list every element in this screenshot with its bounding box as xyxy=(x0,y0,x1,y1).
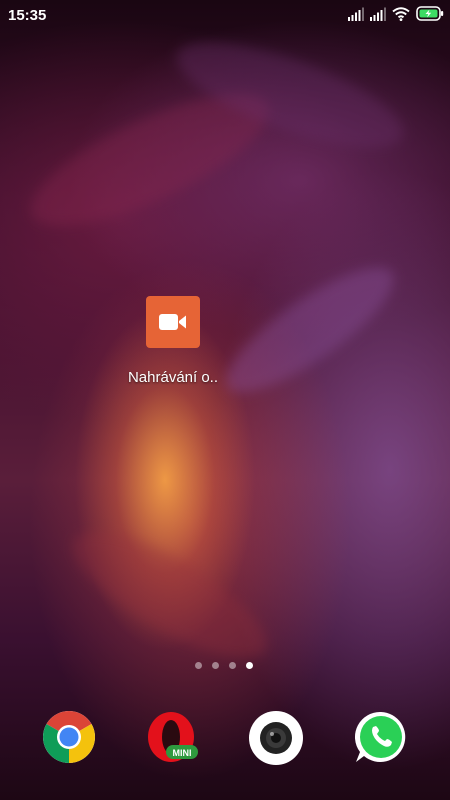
page-dot[interactable] xyxy=(229,662,236,669)
app-label[interactable]: Nahrávání o.. xyxy=(110,369,236,386)
signal-2-icon xyxy=(370,7,386,21)
camera-app[interactable] xyxy=(248,710,303,765)
whatsapp-app[interactable] xyxy=(354,710,408,764)
status-icons xyxy=(348,6,444,21)
camera-icon xyxy=(249,711,303,765)
opera-mini-badge: MINI xyxy=(173,748,192,758)
page-dot-active[interactable] xyxy=(246,662,253,669)
status-time: 15:35 xyxy=(8,7,47,24)
page-dot[interactable] xyxy=(195,662,202,669)
chrome-app[interactable] xyxy=(42,710,96,764)
page-indicator xyxy=(195,662,253,669)
status-bar: 15:35 xyxy=(0,0,450,30)
chrome-icon xyxy=(43,711,95,763)
signal-1-icon xyxy=(348,7,364,21)
home-screen: 15:35 Nahrávání o.. MINI xyxy=(0,0,450,800)
wifi-icon xyxy=(392,6,410,21)
video-camera-icon xyxy=(159,314,186,330)
opera-mini-icon: MINI xyxy=(148,712,198,762)
screen-recorder-app-icon[interactable] xyxy=(146,296,200,348)
battery-charging-icon xyxy=(416,6,444,21)
opera-mini-app[interactable]: MINI xyxy=(146,710,200,764)
page-dot[interactable] xyxy=(212,662,219,669)
whatsapp-icon xyxy=(354,711,406,762)
